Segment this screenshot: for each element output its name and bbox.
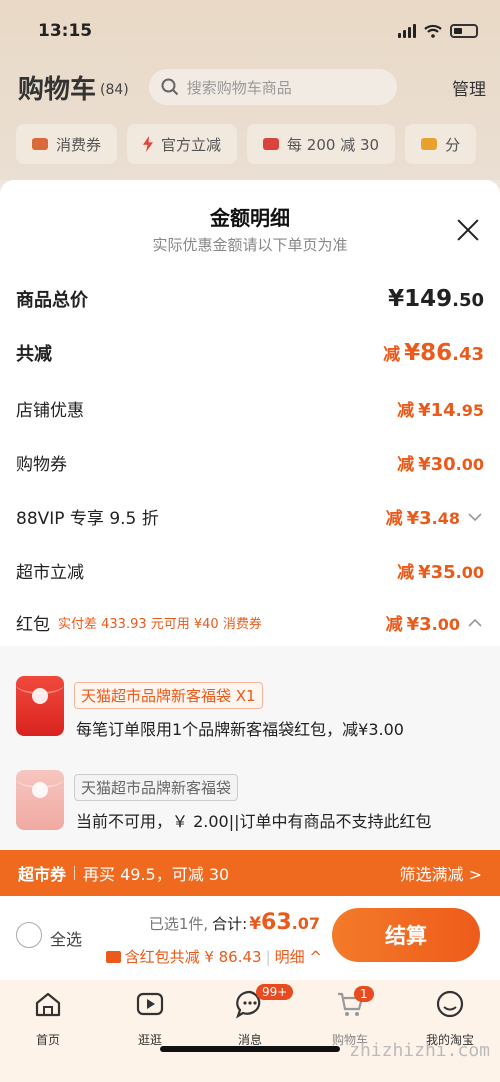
checkout-button[interactable]: 结算 [332, 908, 480, 962]
row-total-discount: 共减 减 ¥86.43 [16, 340, 484, 366]
packet-desc-available: 每笔订单限用1个品牌新客福袋红包，减¥3.00 [76, 720, 404, 739]
status-icons [398, 24, 478, 38]
red-packet-hint: 实付差 433.93 元可用 ¥40 消费券 [58, 617, 262, 632]
profile-icon [436, 990, 464, 1018]
tab-explore[interactable]: 逛逛 [110, 988, 190, 1048]
bottom-tabbar: 首页 逛逛 消息 99+ 购物车 1 我的淘宝 zhizhizhi.com [0, 980, 500, 1082]
bolt-icon [143, 136, 154, 152]
promo-text: 再买 49.5，可减 30 [83, 865, 230, 884]
ticket-icon [105, 950, 121, 963]
row-88vip[interactable]: 88VIP 专享 9.5 折 减 ¥3.48 [16, 504, 484, 529]
row-goods-total: 商品总价 ¥149.50 [16, 286, 484, 312]
filter-chips: 消费券 官方立减 每 200 减 30 分 [16, 124, 500, 164]
vip-discount-amount: 减 ¥3.48 [385, 508, 460, 529]
play-icon [136, 992, 164, 1016]
discount-line[interactable]: 含红包共减 ¥ 86.43 | 明细 ^ [105, 946, 322, 967]
shopping-coupon-amount: 减 ¥30.00 [397, 454, 484, 475]
status-time: 13:15 [38, 21, 93, 41]
select-all-radio[interactable] [16, 922, 42, 948]
search-input[interactable]: 搜索购物车商品 [148, 69, 397, 105]
sheet-title: 金额明细 [210, 206, 290, 230]
tab-home[interactable]: 首页 [8, 988, 88, 1048]
packet-title-available[interactable]: 天猫超市品牌新客福袋 X1 [74, 682, 263, 709]
total-line: 已选1件, 合计: ¥ 63 .07 [148, 910, 320, 935]
watermark: zhizhizhi.com [349, 1040, 490, 1061]
chevron-up-icon [468, 618, 482, 627]
amount-detail-sheet: 金额明细 实际优惠金额请以下单页为准 商品总价 ¥149.50 共减 减 ¥86.… [0, 180, 500, 1082]
filter-discount-link[interactable]: 筛选满减 > [400, 861, 483, 885]
page-title: 购物车 [18, 74, 97, 105]
promo-bar[interactable]: 超市券 再买 49.5，可减 30 筛选满减 > [0, 850, 500, 896]
chip-more[interactable]: 分 [405, 124, 477, 164]
chevron-down-icon [468, 512, 482, 521]
close-icon[interactable] [456, 218, 480, 242]
signal-icon [398, 24, 416, 38]
cart-count: (84) [100, 82, 129, 98]
search-placeholder: 搜索购物车商品 [186, 78, 292, 97]
packet-desc-unavailable: 当前不可用，￥ 2.00||订单中有商品不支持此红包 [76, 812, 432, 831]
bag-icon [263, 138, 280, 150]
wifi-icon [424, 24, 442, 38]
chip-coupon[interactable]: 消费券 [16, 124, 118, 164]
cart-badge: 1 [354, 986, 374, 1002]
messages-badge: 99+ [256, 984, 294, 1000]
red-packet-icon [16, 676, 64, 736]
battery-icon [450, 24, 478, 38]
row-supermarket-discount: 超市立减 减 ¥35.00 [16, 558, 484, 583]
red-packet-list: 天猫超市品牌新客福袋 X1 每笔订单限用1个品牌新客福袋红包，减¥3.00 天猫… [0, 646, 500, 850]
cart-header: 购物车 (84) 搜索购物车商品 管理 [18, 66, 486, 108]
goods-total-amount: ¥149.50 [388, 286, 484, 312]
folder-icon [421, 138, 438, 150]
detail-toggle[interactable]: 明细 ^ [275, 946, 322, 967]
chip-per-200-off-30[interactable]: 每 200 减 30 [247, 124, 396, 164]
home-indicator [160, 1046, 340, 1052]
row-shop-discount: 店铺优惠 减 ¥14.95 [16, 396, 484, 421]
row-red-packet[interactable]: 红包 实付差 433.93 元可用 ¥40 消费券 减 ¥3.00 [16, 610, 484, 635]
checkout-bar: 全选 已选1件, 合计: ¥ 63 .07 含红包共减 ¥ 86.43 | 明细… [0, 896, 500, 980]
total-discount-amount: 减 ¥86.43 [383, 340, 484, 366]
shop-discount-amount: 减 ¥14.95 [397, 400, 484, 421]
chip-official-discount[interactable]: 官方立减 [127, 124, 238, 164]
row-shopping-coupon: 购物券 减 ¥30.00 [16, 450, 484, 475]
total-amount: 63 [261, 910, 292, 935]
home-icon [35, 992, 61, 1017]
ticket-icon [32, 138, 48, 150]
status-bar: 13:15 [38, 18, 478, 44]
supermarket-discount-amount: 减 ¥35.00 [397, 562, 484, 583]
tab-cart[interactable]: 购物车 1 [310, 986, 390, 1048]
tab-profile[interactable]: 我的淘宝 [410, 988, 490, 1048]
red-packet-disabled-icon [16, 770, 64, 830]
promo-tag: 超市券 [18, 865, 67, 884]
manage-button[interactable]: 管理 [452, 75, 486, 100]
red-packet-amount: 减 ¥3.00 [385, 614, 460, 635]
packet-title-unavailable: 天猫超市品牌新客福袋 [74, 774, 239, 801]
tab-messages[interactable]: 消息 99+ [210, 984, 294, 1048]
search-icon [161, 78, 178, 96]
select-all-label[interactable]: 全选 [50, 926, 82, 950]
sheet-subtitle: 实际优惠金额请以下单页为准 [152, 236, 348, 254]
